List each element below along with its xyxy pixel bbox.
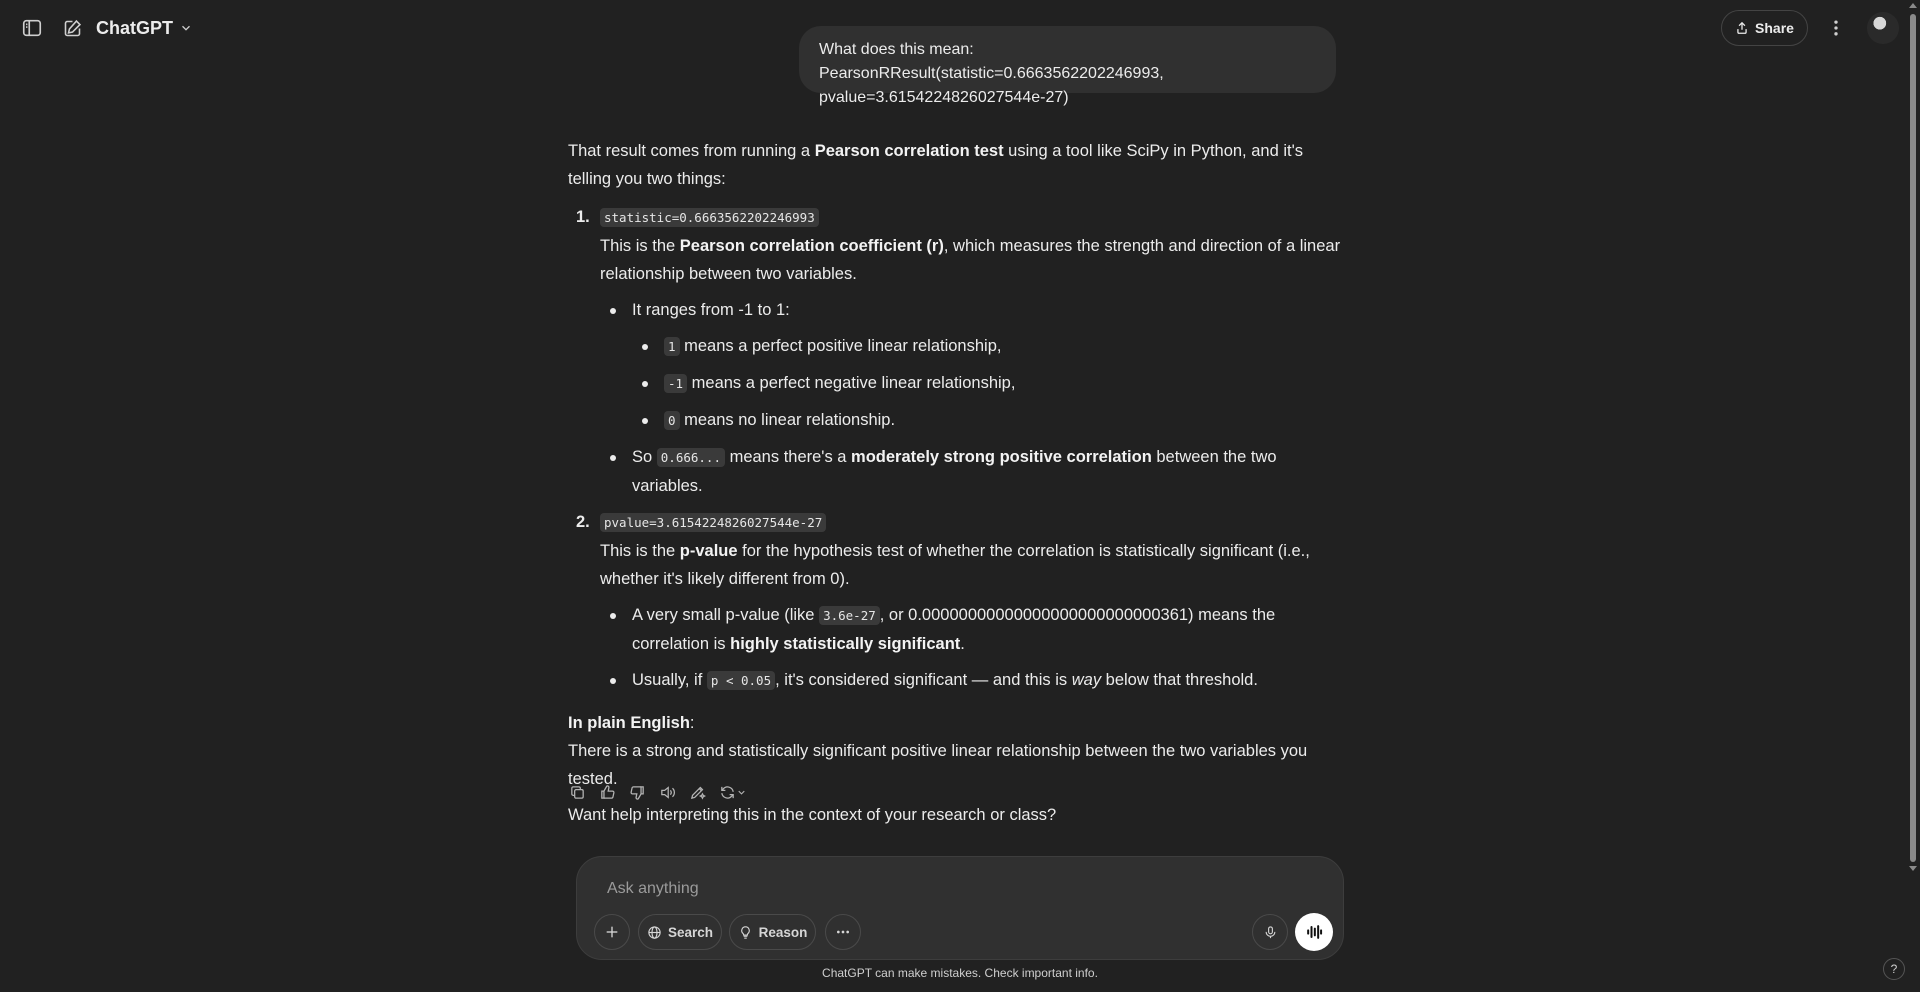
small-pvalue-bold: highly statistically significant [730,635,961,653]
lightbulb-icon [740,925,750,939]
thumbs-up-icon [600,784,615,799]
edit-canvas-icon [690,786,706,800]
microphone-icon [1265,925,1275,938]
scrollbar-thumb[interactable] [1910,14,1916,862]
sidebar-toggle-icon [22,19,42,37]
more-tools-button[interactable] [825,914,861,950]
list-item-negative: -1 means a perfect negative linear relat… [568,369,1348,398]
answer-intro-text: That result comes from running a [568,142,815,160]
model-name: ChatGPT [96,17,174,38]
negative-text: means a perfect negative linear relation… [687,374,1016,392]
chevron-down-icon [738,790,745,795]
answer-intro-bold: Pearson correlation test [814,142,1004,160]
composer: Search Reason [576,856,1344,960]
threshold-text: Usually, if [632,671,707,689]
list-item-positive: 1 means a perfect positive linear relati… [568,332,1348,361]
edit-icon [64,19,81,36]
list-item-zero: 0 means no linear relationship. [568,406,1348,435]
help-button[interactable]: ? [1883,958,1905,980]
more-horizontal-icon [837,930,849,934]
list-item-small-pvalue: A very small p-value (like 3.6e-27, or 0… [568,601,1348,658]
code-small-pvalue: 3.6e-27 [819,606,880,625]
answer-intro: That result comes from running a Pearson… [568,137,1348,193]
avatar[interactable] [1867,12,1899,44]
code-threshold: p < 0.05 [706,671,776,690]
plus-icon [606,926,618,938]
share-label: Share [1755,20,1794,36]
small-pvalue-text-end: . [960,635,965,653]
list-item-pvalue: 2. pvalue=3.6154224826027544e-27 This is… [568,508,1348,593]
so-text-mid: means there's a [725,448,852,466]
plain-english-heading: In plain English: [568,709,1348,737]
regenerate-icon [721,785,734,799]
model-switcher[interactable]: ChatGPT [96,14,193,42]
read-aloud-button[interactable] [658,783,676,801]
code-so: 0.666... [656,448,725,467]
sidebar-toggle-button[interactable] [14,10,50,46]
disclaimer: ChatGPT can make mistakes. Check importa… [822,966,1098,980]
regenerate-button[interactable] [718,783,748,801]
so-bold: moderately strong positive correlation [851,448,1152,466]
prompt-input[interactable] [605,875,1285,903]
dictate-button[interactable] [1252,914,1288,950]
list-marker: 1. [576,208,590,226]
threshold-emphasis: way [1071,671,1102,689]
assistant-answer: That result comes from running a Pearson… [568,137,1348,829]
thumbs-down-icon [629,785,644,800]
plain-heading-colon: : [689,714,695,732]
closing-question: Want help interpreting this in the conte… [568,806,1057,824]
threshold-text-end: below that threshold. [1101,671,1258,689]
search-label: Search [667,924,714,940]
scroll-up-arrow[interactable] [1909,3,1917,8]
code-negative: -1 [664,374,688,393]
reason-label: Reason [758,924,808,940]
scroll-down-arrow[interactable] [1909,866,1917,871]
chevron-down-icon [182,25,190,31]
scrollbar[interactable] [1905,0,1920,992]
bad-response-button[interactable] [628,783,646,801]
user-message: What does this mean: PearsonRResult(stat… [799,26,1336,106]
plain-heading-bold: In plain English [568,714,690,732]
more-options-button[interactable] [1818,10,1854,46]
share-button[interactable]: Share [1721,10,1808,46]
list-item-so: So 0.666... means there's a moderately s… [568,443,1348,500]
edit-canvas-button[interactable] [688,783,706,801]
list-item-threshold: Usually, if p < 0.05, it's considered si… [568,666,1348,695]
code-zero: 0 [664,411,680,430]
voice-mode-button[interactable] [1295,913,1333,951]
pvalue-desc-bold: p-value [679,542,738,560]
attach-button[interactable] [594,914,630,950]
message-actions [568,780,748,804]
list-item-range: It ranges from -1 to 1: [568,296,1348,324]
statistic-desc-text: This is the [600,237,680,255]
copy-icon [570,785,584,799]
search-button[interactable]: Search [638,914,722,950]
voice-waveform-icon [1307,925,1323,939]
copy-button[interactable] [568,783,586,801]
list-marker: 2. [576,513,590,531]
small-pvalue-text: A very small p-value (like [632,606,820,624]
pvalue-code: pvalue=3.6154224826027544e-27 [600,513,827,532]
statistic-code: statistic=0.6663562202246993 [600,208,819,227]
globe-icon [648,925,661,939]
so-text: So [632,448,657,466]
threshold-text-mid: , it's considered significant — and this… [775,671,1072,689]
reason-button[interactable]: Reason [729,914,816,950]
code-positive: 1 [664,337,680,356]
pvalue-desc-text: This is the [600,542,680,560]
good-response-button[interactable] [598,783,616,801]
share-icon [1737,21,1747,34]
read-aloud-icon [660,785,675,799]
statistic-desc-bold: Pearson correlation coefficient (r) [679,237,944,255]
new-chat-button[interactable] [54,10,90,46]
range-text: It ranges from -1 to 1: [632,301,790,319]
more-vertical-icon [1834,20,1838,36]
zero-text: means no linear relationship. [679,411,896,429]
positive-text: means a perfect positive linear relation… [679,337,1002,355]
list-item-statistic: 1. statistic=0.6663562202246993 This is … [568,203,1348,288]
